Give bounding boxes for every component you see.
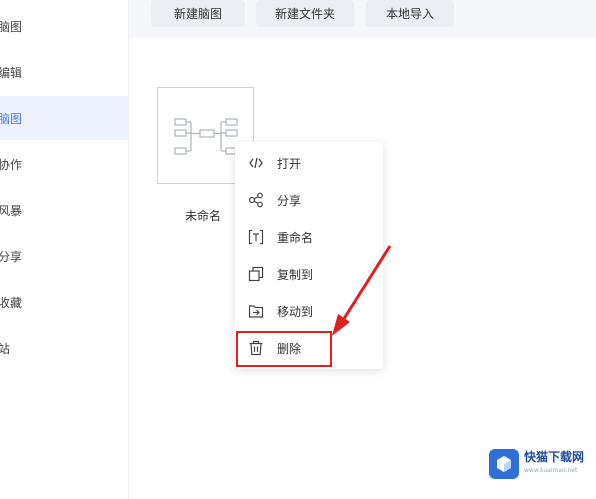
sidebar-item-trash[interactable]: 站: [0, 326, 128, 370]
sidebar: 脑图 编辑 脑图 协作 风暴 分享 收藏 站: [0, 0, 129, 499]
sidebar-item-my-mindmap[interactable]: 脑图: [0, 96, 128, 140]
menu-item-share[interactable]: 分享: [235, 182, 383, 218]
menu-item-label: 打开: [277, 156, 302, 171]
sidebar-item-label: 脑图: [0, 19, 23, 34]
delete-highlight-box: [236, 331, 332, 367]
menu-item-label: 复制到: [277, 267, 314, 282]
rename-icon: [248, 229, 264, 245]
sidebar-item-brainstorm[interactable]: 风暴: [0, 188, 128, 232]
red-arrow-icon: [332, 245, 392, 336]
sidebar-item-label: 分享: [0, 249, 23, 264]
copy-icon: [248, 266, 264, 282]
watermark-sub: www.kuaimao.net: [524, 467, 578, 474]
sidebar-item-label: 收藏: [0, 295, 23, 310]
sidebar-item-label: 风暴: [0, 203, 23, 218]
new-folder-button[interactable]: 新建文件夹: [256, 0, 354, 27]
watermark-title: 快猫下载网: [524, 450, 585, 464]
code-icon: [248, 155, 264, 171]
watermark: 快猫下载网 www.kuaimao.net: [489, 448, 594, 480]
menu-item-open[interactable]: 打开: [235, 145, 383, 181]
local-import-button[interactable]: 本地导入: [366, 0, 454, 27]
sidebar-item-label: 站: [0, 341, 11, 356]
toolbar: 新建脑图 新建文件夹 本地导入: [129, 0, 596, 38]
sidebar-item-collab[interactable]: 协作: [0, 142, 128, 186]
sidebar-item-share[interactable]: 分享: [0, 234, 128, 278]
file-name[interactable]: 未命名: [185, 207, 221, 224]
sidebar-item-label: 协作: [0, 157, 23, 172]
move-icon: [248, 303, 264, 319]
menu-item-label: 分享: [277, 193, 302, 208]
menu-item-label: 移动到: [277, 304, 314, 319]
new-mindmap-button[interactable]: 新建脑图: [151, 0, 245, 27]
sidebar-item-favorites[interactable]: 收藏: [0, 280, 128, 324]
menu-item-label: 重命名: [277, 230, 314, 245]
sidebar-item-edit[interactable]: 编辑: [0, 50, 128, 94]
sidebar-item-mindmap[interactable]: 脑图: [0, 4, 128, 48]
sidebar-item-label: 编辑: [0, 65, 23, 80]
share-icon: [248, 192, 264, 208]
watermark-logo-icon: [489, 449, 519, 479]
sidebar-item-label: 脑图: [0, 111, 23, 126]
